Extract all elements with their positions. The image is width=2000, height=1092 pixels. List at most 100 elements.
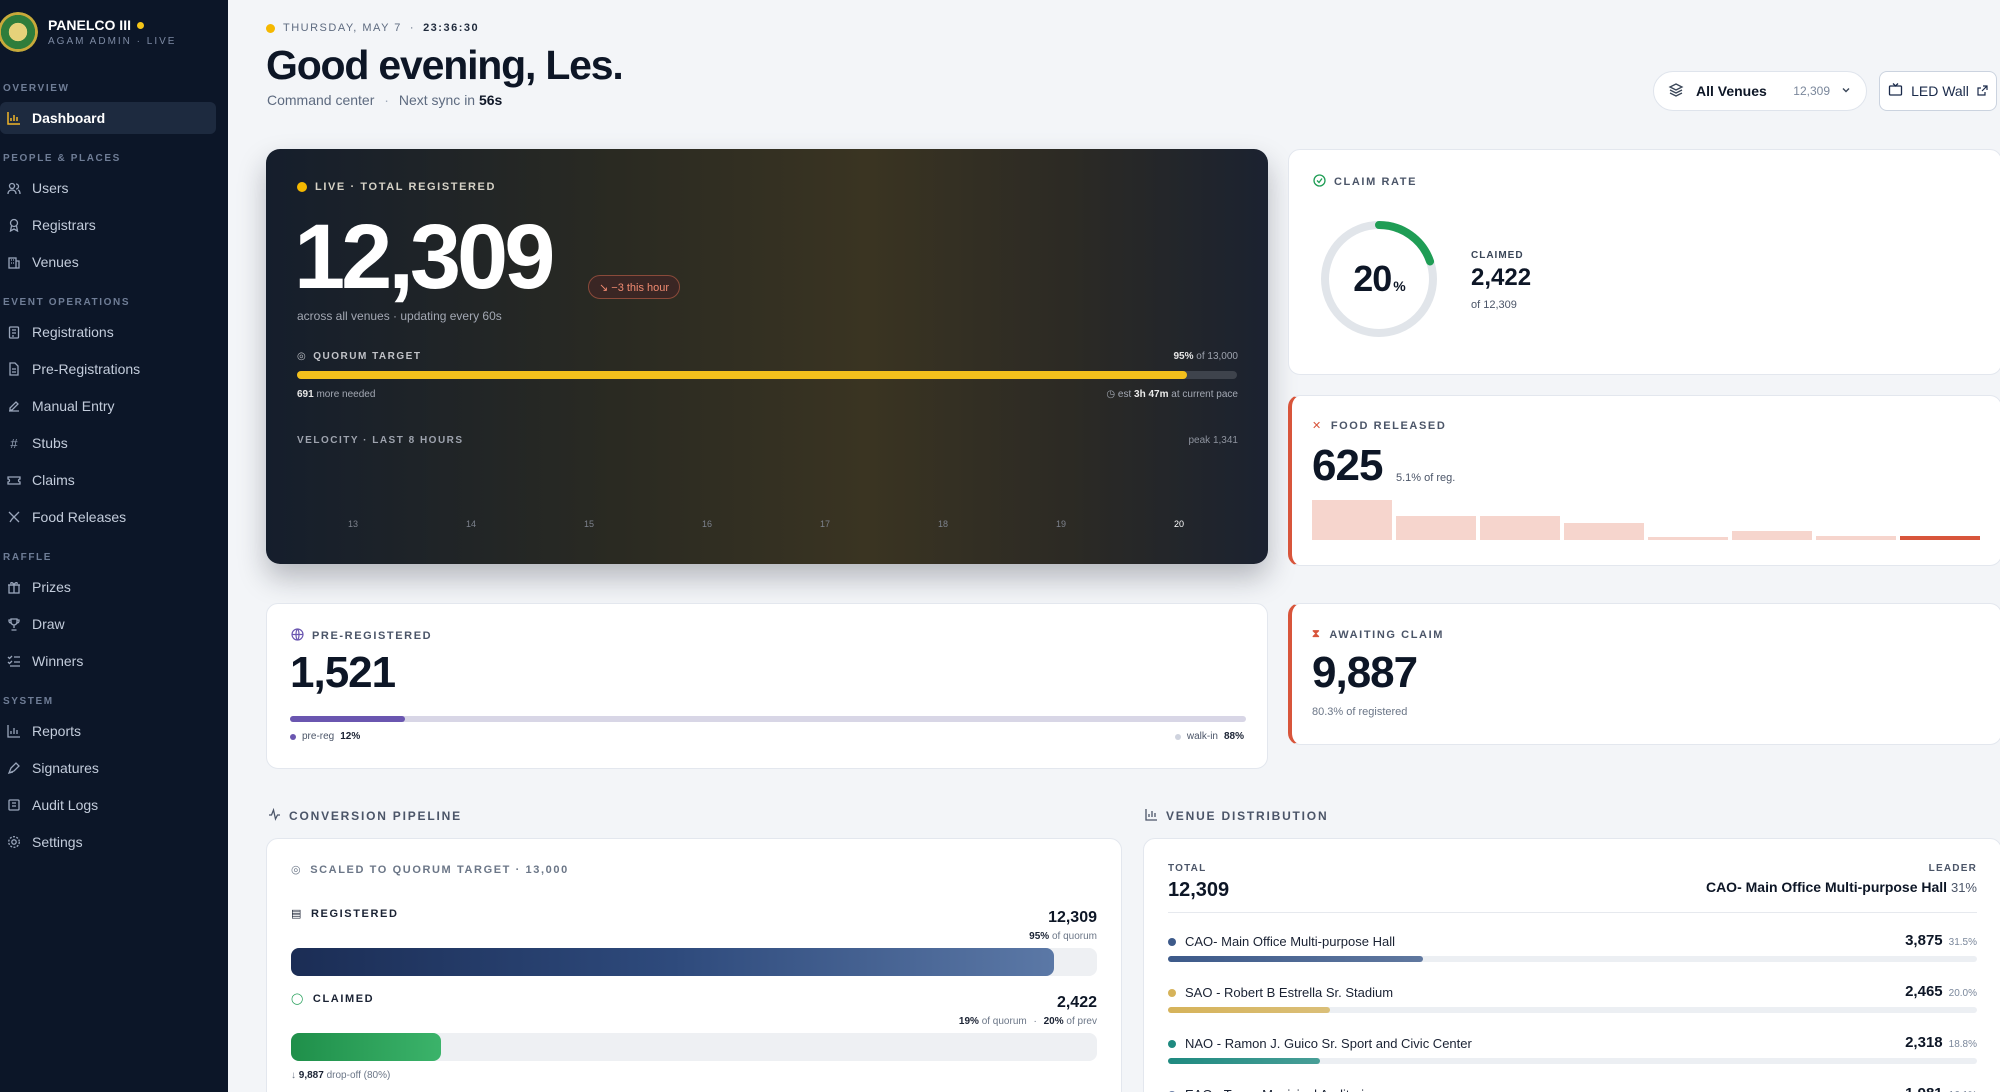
quorum-progress-fill <box>297 371 1188 379</box>
sidebar-item-label: Dashboard <box>32 110 106 126</box>
sync-countdown: 56s <box>478 92 503 108</box>
nav-section-people: PEOPLE & PLACES <box>3 153 121 164</box>
ticket-icon <box>6 472 22 488</box>
claimed-value: 2,422 <box>1471 264 1532 291</box>
venue-row-fill <box>1168 1007 1330 1013</box>
pre-reg-legend: pre-reg 12% <box>290 731 360 742</box>
target-icon: ◎ <box>297 351 308 362</box>
sidebar-item-draw[interactable]: Draw <box>0 608 216 640</box>
food-sparkline <box>1312 500 1980 540</box>
sidebar-item-label: Registrars <box>32 217 96 233</box>
claim-rate-label: CLAIM RATE <box>1313 174 1417 190</box>
venue-total-value: 12,309 <box>1168 879 1230 901</box>
food-bar <box>1564 523 1644 540</box>
registered-stage-bar <box>291 948 1097 976</box>
velocity-hour-tick: 13 <box>348 519 359 529</box>
awaiting-claim-card: ⧗ AWAITING CLAIM 9,887 80.3% of register… <box>1288 603 2000 745</box>
conversion-pipeline-title: CONVERSION PIPELINE <box>268 807 462 824</box>
claimed-stage-pct: 19% of quorum · 20% of prev <box>958 1016 1097 1027</box>
registered-stage-label: ▤ REGISTERED <box>291 907 399 921</box>
sidebar-item-registrars[interactable]: Registrars <box>0 209 216 241</box>
awaiting-claim-label: ⧗ AWAITING CLAIM <box>1312 628 1444 641</box>
scroll-icon <box>6 797 22 813</box>
hourglass-icon: ⧗ <box>1312 628 1322 640</box>
sidebar-item-pre-registrations[interactable]: Pre-Registrations <box>0 353 216 385</box>
quorum-progress-bar <box>297 371 1237 379</box>
edit-icon <box>6 398 22 414</box>
nav-section-overview: OVERVIEW <box>3 83 70 94</box>
tv-icon <box>1888 82 1903 100</box>
brand-subtitle: AGAM ADMIN · LIVE <box>48 36 177 47</box>
sidebar-item-users[interactable]: Users <box>0 172 216 204</box>
venue-select-label: All Venues <box>1696 83 1767 99</box>
date-time-line: THURSDAY, MAY 7 · 23:36:30 <box>266 22 479 34</box>
trophy-icon <box>6 616 22 632</box>
venue-row-fill <box>1168 1058 1321 1064</box>
sidebar-item-claims[interactable]: Claims <box>0 464 216 496</box>
pipeline-scale-label: ◎ SCALED TO QUORUM TARGET · 13,000 <box>291 863 569 877</box>
bar-chart-icon <box>6 110 22 126</box>
venue-select[interactable]: All Venues 12,309 <box>1653 71 1867 111</box>
claim-rate-percent: 20% <box>1353 258 1406 299</box>
quorum-label: ◎ QUORUM TARGET <box>297 351 422 362</box>
venue-color-dot <box>1168 937 1176 946</box>
nav-section-event: EVENT OPERATIONS <box>3 297 131 308</box>
velocity-hour-tick: 20 <box>1174 519 1185 529</box>
sidebar-item-label: Signatures <box>32 760 99 776</box>
date: THURSDAY, MAY 7 <box>283 22 402 34</box>
venue-distribution-card: TOTAL 12,309 LEADER CAO- Main Office Mul… <box>1143 838 2000 1092</box>
sidebar-item-dashboard[interactable]: Dashboard <box>0 102 216 134</box>
sidebar-item-label: Food Releases <box>32 509 127 525</box>
sidebar-item-venues[interactable]: Venues <box>0 246 216 278</box>
venue-row-value: 2,318 18.8% <box>1905 1034 1977 1051</box>
venue-row-name[interactable]: EAO - Tayug Municipal Auditorium <box>1168 1087 1382 1092</box>
brand-name: PANELCO III <box>48 17 131 33</box>
sidebar-item-stubs[interactable]: # Stubs <box>0 427 216 459</box>
sidebar-item-registrations[interactable]: Registrations <box>0 316 216 348</box>
target-icon: ◎ <box>291 864 303 876</box>
arrow-down-icon: ↓ <box>291 1070 296 1081</box>
page-title: Good evening, Les. <box>266 42 624 88</box>
brand-logo <box>0 12 38 52</box>
claimed-label: CLAIMED <box>1471 250 1524 261</box>
venue-row-name[interactable]: SAO - Robert B Estrella Sr. Stadium <box>1168 985 1393 1000</box>
sidebar-item-winners[interactable]: Winners <box>0 645 216 677</box>
food-bar <box>1900 536 1980 540</box>
registered-stage-fill <box>291 948 1055 976</box>
clipboard-icon <box>6 324 22 340</box>
venue-row-value: 1,98116.1% <box>1905 1085 1977 1092</box>
more-needed: 691 more needed <box>297 389 376 400</box>
venue-row-name[interactable]: NAO - Ramon J. Guico Sr. Sport and Civic… <box>1168 1036 1472 1051</box>
hero-label: LIVE · TOTAL REGISTERED <box>297 181 496 193</box>
brand[interactable]: PANELCO III AGAM ADMIN · LIVE <box>0 10 176 54</box>
conversion-pipeline-card: ◎ SCALED TO QUORUM TARGET · 13,000 ▤ REGI… <box>266 838 1122 1092</box>
sidebar-item-settings[interactable]: Settings <box>0 826 216 858</box>
venue-row-name[interactable]: CAO- Main Office Multi-purpose Hall <box>1168 934 1395 949</box>
sidebar-item-reports[interactable]: Reports <box>0 715 216 747</box>
sidebar-item-signatures[interactable]: Signatures <box>0 752 216 784</box>
walk-in-legend: walk-in 88% <box>1174 731 1244 742</box>
hero-caption: across all venues · updating every 60s <box>297 309 502 323</box>
sidebar-item-audit-logs[interactable]: Audit Logs <box>0 789 216 821</box>
nav-section-system: SYSTEM <box>3 696 54 707</box>
food-released-sub: 5.1% of reg. <box>1396 472 1456 484</box>
check-circle-icon: ◯ <box>291 993 305 1005</box>
led-wall-button[interactable]: LED Wall <box>1879 71 1997 111</box>
pre-registered-bar <box>290 716 1246 722</box>
food-released-label: ✕ FOOD RELEASED <box>1312 419 1447 433</box>
velocity-label: VELOCITY · LAST 8 HOURS <box>297 435 464 446</box>
bar-chart-icon <box>1145 808 1158 824</box>
sidebar-item-manual-entry[interactable]: Manual Entry <box>0 390 216 422</box>
users-icon <box>6 180 22 196</box>
sidebar-item-food-releases[interactable]: Food Releases <box>0 501 216 533</box>
sidebar-item-label: Manual Entry <box>32 398 115 414</box>
live-dot <box>297 182 307 192</box>
sidebar-item-label: Users <box>32 180 69 196</box>
page-subtitle: Command center · Next sync in 56s <box>267 92 503 108</box>
clock-icon: ◷ <box>1106 389 1116 400</box>
sidebar-item-prizes[interactable]: Prizes <box>0 571 216 603</box>
external-link-icon <box>1977 83 1988 99</box>
venue-leader: CAO- Main Office Multi-purpose Hall 31% <box>1705 879 1977 895</box>
sidebar-item-label: Stubs <box>32 435 68 451</box>
awaiting-claim-sub: 80.3% of registered <box>1312 706 1408 718</box>
